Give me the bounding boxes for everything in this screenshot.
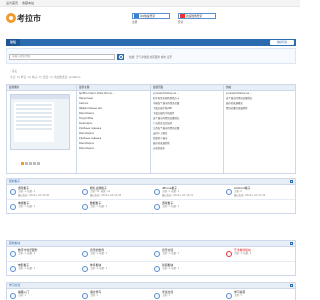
search-icon[interactable] (117, 54, 124, 60)
board-stats: 主题: 1, 帖数: 1 (162, 267, 180, 270)
board-stats: 主题: 1, 帖数: 1 (90, 205, 108, 208)
board-last-post: 最后发表: 2024-1-20 11:29 (234, 194, 266, 197)
board-icon (10, 251, 16, 257)
login-link[interactable]: 登录 (178, 21, 183, 24)
board-icon (154, 293, 160, 299)
board-icon (82, 204, 88, 210)
top-strip: 设为首页 收藏本站 (0, 0, 300, 7)
collapse-icon[interactable] (290, 284, 293, 287)
breadcrumb[interactable]: › 论坛 (10, 70, 17, 73)
hot-threads-panel: 热帖 yoursexdollshop as ... 这个城市的经济总量增长 城市… (224, 85, 295, 173)
image-thumbnail[interactable] (10, 94, 70, 150)
forum-board[interactable]: 电视板子 主题: 1, 帖数: 1 (7, 200, 79, 216)
board-stats: 主题: 1 (234, 294, 242, 297)
forum-board[interactable]: 语言学习 主题: 1 (79, 289, 151, 299)
board-stats: 主题: 1, 帖数: 1 (90, 252, 108, 255)
search-input[interactable]: 请输入搜索内容 (9, 54, 115, 60)
board-last-post: 最后发表: 2024-1-25 14:21 (162, 194, 194, 197)
forum-board[interactable]: 新闻板块 主题: 1, 帖数: 1 (151, 262, 223, 278)
site-logo[interactable]: 考拉市 (6, 11, 42, 27)
board-stats: 主题: 1, 帖数: 1 (18, 267, 36, 270)
board-icon (154, 204, 160, 210)
board-stats: 主题: 1 (90, 294, 98, 297)
logo-mark-icon (6, 13, 16, 23)
board-last-post: 最后发表: 2024-1-28 12:04 (90, 194, 122, 197)
nav-tab-forum[interactable]: 论坛 (6, 39, 20, 46)
forum-board[interactable]: 电影板子 主题: 1, 帖数: 1 (7, 262, 79, 278)
board-icon (154, 189, 160, 195)
forum-board[interactable]: 数据板子 主题: 1, 帖数: 1 (79, 200, 151, 216)
section-title-text: 学习交流 (9, 283, 21, 287)
board-stats: 主题: 1, 帖数: 1 (234, 252, 252, 255)
qq-login-label: QQ快速登录 (140, 14, 155, 18)
board-stats: 主题: 1, 帖数: 1 (90, 267, 108, 270)
search-bar: 请输入搜索内容 热搜: 空气净化器 社区服务 城市 音乐 (6, 48, 296, 64)
board-icon (82, 266, 88, 272)
quick-nav-button[interactable]: 快捷导航 (270, 40, 294, 45)
board-icon (154, 251, 160, 257)
board-stats: 主题: 1 (18, 294, 26, 297)
board-icon (10, 189, 16, 195)
board-icon (82, 189, 88, 195)
collapse-icon[interactable] (290, 242, 293, 245)
qq-icon (134, 14, 139, 18)
forum-board[interactable]: 游戏板子 主题: 1, 帖数: 1 (151, 200, 223, 216)
section-title-text: 其他板块 (9, 241, 21, 245)
forum-board[interactable]: 考试交流 主题: 1 (151, 289, 223, 299)
board-icon (10, 293, 16, 299)
board-icon (10, 204, 16, 210)
main-nav: 论坛 快捷导航 (6, 39, 296, 46)
board-icon (82, 251, 88, 257)
list-item[interactable]: 以前的城市 (151, 146, 223, 151)
list-item[interactable]: Pascamepos (77, 146, 150, 151)
register-link[interactable]: 注册 (132, 21, 137, 24)
board-icon (226, 189, 232, 195)
panel-title: 最新图片 (7, 85, 76, 91)
list-item[interactable]: 经济总量的发展趋势 (224, 106, 295, 111)
slider-dots[interactable] (21, 162, 41, 167)
logo-text: 考拉市 (17, 13, 41, 23)
weibo-login-button[interactable]: 新浪微博登录 (178, 13, 216, 19)
forum-section: 学习交流 编程入门 主题: 1 语言学习 主题: 1 考试交流 主题: 1 学习… (6, 282, 296, 300)
board-stats: 主题: 1, 帖数: 1 (18, 252, 36, 255)
board-icon (226, 251, 232, 257)
weibo-login-label: 新浪微博登录 (186, 14, 203, 18)
board-icon (226, 293, 232, 299)
board-stats: 主题: 1 (162, 294, 170, 297)
board-stats: 主题: 1, 帖数: 1 (162, 205, 180, 208)
board-last-post: 最后发表: 2024-1-20 10:40 (18, 194, 50, 197)
section-title-text: 我的板子 (9, 179, 21, 183)
latest-replies-panel: 最新回复 yoursexdollshop as ... 和平天堂乐观的事情点十 … (151, 85, 224, 173)
login-area: QQ快速登录 新浪微博登录 注册 登录 (132, 13, 252, 26)
latest-threads-panel: 最新主题 Spitfire Casino Poker Bonus ... Пар… (77, 85, 151, 173)
board-icon (10, 266, 16, 272)
overview-panels: 最新图片 最新主题 Spitfire Casino Poker Bonus ..… (6, 84, 296, 174)
board-icon (154, 266, 160, 272)
forum-stats: 今日: 0 | 昨日: 0 | 帖子: 0 | 会员: 0 | 欢迎新会员: J… (10, 76, 81, 79)
forum-board[interactable]: 学习资源 主题: 1 (223, 289, 295, 299)
forum-board[interactable]: 体育板块 主题: 1, 帖数: 1 (79, 262, 151, 278)
board-stats: 主题: 1, 帖数: 1 (162, 252, 180, 255)
bookmark-link[interactable]: 收藏本站 (22, 1, 34, 6)
board-stats: 主题: 1, 帖数: 1 (18, 205, 36, 208)
latest-images-panel: 最新图片 (7, 85, 77, 173)
weibo-icon (180, 14, 185, 18)
board-icon (82, 293, 88, 299)
collapse-icon[interactable] (290, 180, 293, 183)
forum-section: 我的板子 游戏板子 主题: 1, 帖数: 1 最后发表: 2024-1-20 1… (6, 178, 296, 214)
qq-login-button[interactable]: QQ快速登录 (132, 13, 170, 19)
forum-section: 其他板块 数字卡音乐服务 主题: 1, 帖数: 1 音乐的世界 主题: 1, 帖… (6, 240, 296, 276)
set-homepage-link[interactable]: 设为首页 (6, 1, 18, 6)
forum-board[interactable]: 编程入门 主题: 1 (7, 289, 79, 299)
hot-searches: 热搜: 空气净化器 社区服务 城市 音乐 (129, 56, 173, 59)
